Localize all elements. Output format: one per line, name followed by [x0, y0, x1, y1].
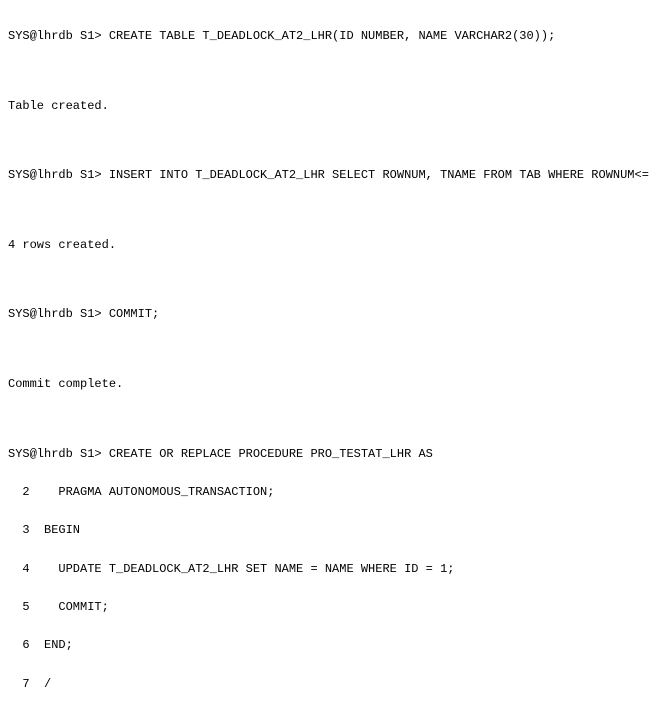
terminal-line: SYS@lhrdb S1> COMMIT; [8, 305, 641, 324]
terminal-line [8, 274, 641, 286]
terminal-line: 4 UPDATE T_DEADLOCK_AT2_LHR SET NAME = N… [8, 560, 641, 579]
terminal-line: SYS@lhrdb S1> INSERT INTO T_DEADLOCK_AT2… [8, 166, 641, 185]
terminal-line [8, 135, 641, 147]
terminal-line [8, 344, 641, 356]
terminal-line: 2 PRAGMA AUTONOMOUS_TRANSACTION; [8, 483, 641, 502]
terminal-line: SYS@lhrdb S1> CREATE TABLE T_DEADLOCK_AT… [8, 27, 641, 46]
terminal-line: 3 BEGIN [8, 521, 641, 540]
terminal-line [8, 413, 641, 425]
terminal-line: Commit complete. [8, 375, 641, 394]
terminal-line: Table created. [8, 97, 641, 116]
terminal-line [8, 66, 641, 78]
terminal-line: 4 rows created. [8, 236, 641, 255]
terminal-line: 7 / [8, 675, 641, 694]
terminal-output[interactable]: SYS@lhrdb S1> CREATE TABLE T_DEADLOCK_AT… [0, 0, 649, 704]
terminal-line: SYS@lhrdb S1> CREATE OR REPLACE PROCEDUR… [8, 445, 641, 464]
terminal-line: 6 END; [8, 636, 641, 655]
terminal-line: 5 COMMIT; [8, 598, 641, 617]
terminal-line [8, 205, 641, 217]
